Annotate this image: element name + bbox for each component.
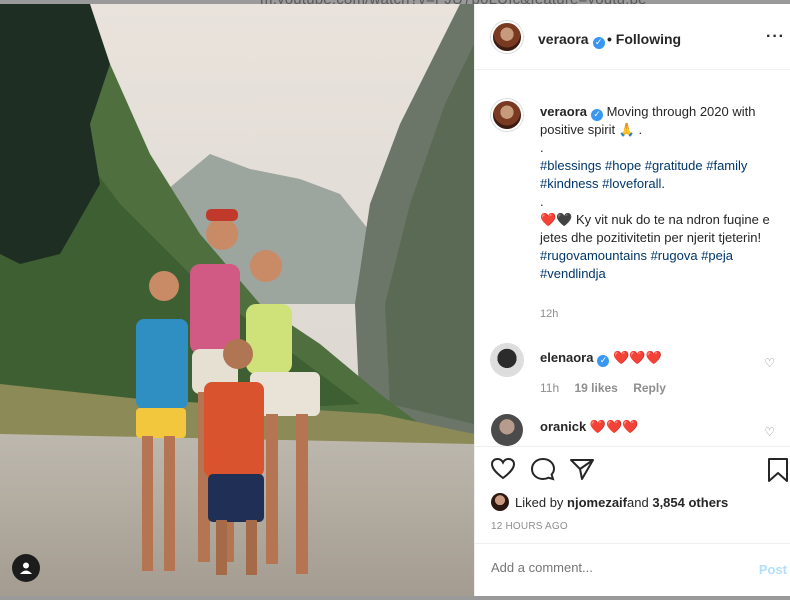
post-comment-button[interactable]: Post [759,562,787,577]
more-options-icon[interactable]: ··· [766,28,785,46]
user-icon [20,562,32,574]
comments-list[interactable]: veraora ✓ Moving through 2020 with positi… [475,70,790,446]
liked-by-and: and [627,494,649,510]
comment-item: elenaora ✓ ❤️❤️❤️ [540,350,662,367]
add-comment-input[interactable] [491,560,731,575]
author-username[interactable]: veraora ✓ [538,31,605,49]
caption-hashtags-2[interactable]: #rugovamountains #rugova #peja #vendlind… [540,248,733,281]
caption-hearts: ❤️🖤 [540,212,573,227]
caption-time[interactable]: 12h [540,308,558,320]
comment-like-heart-icon[interactable]: ♡ [764,356,775,370]
post-timestamp[interactable]: 12 HOURS AGO [491,521,568,532]
comment-text: ❤️❤️❤️ [589,419,639,434]
instagram-post-view: m.youtube.com/watch?v=FJU7b0LUIc&feature… [0,0,790,600]
comment-meta: 11h 19 likes Reply [540,381,678,395]
comment-username[interactable]: elenaora [540,350,593,365]
comment-like-heart-icon[interactable]: ♡ [764,425,775,439]
comment-time[interactable]: 11h [540,381,559,395]
save-bookmark-icon[interactable] [767,457,789,483]
post-side-panel: veraora ✓ • Following ··· veraora ✓ Moving… [474,4,790,596]
add-comment-bar: Post [475,543,790,595]
liked-by-count[interactable]: 3,854 others [652,495,728,510]
caption-hashtags-1[interactable]: #blessings #hope #gratitude #family #kin… [540,158,747,191]
caption-verified-badge-icon: ✓ [590,109,603,121]
browser-bottom-strip [0,596,790,600]
following-status[interactable]: • Following [607,31,681,47]
verified-badge-icon: ✓ [592,37,605,49]
post-photo[interactable] [0,4,474,596]
comment-item: oranick ❤️❤️❤️ [540,419,638,435]
liked-by-prefix: Liked by [515,494,564,510]
comment-verified-badge-icon: ✓ [597,355,610,367]
post-caption: veraora ✓ Moving through 2020 with positi… [540,103,780,283]
tagged-users-button[interactable] [12,554,40,582]
comment-avatar[interactable] [491,414,523,446]
caption-username[interactable]: veraora [540,104,587,119]
liker-avatar[interactable] [491,493,509,511]
share-direct-icon[interactable] [569,457,595,481]
comment-reply-button[interactable]: Reply [633,381,666,395]
photo-scene [0,4,474,596]
comment-username[interactable]: oranick [540,419,586,434]
comment-icon[interactable] [530,457,556,481]
caption-text2: Ky vit nuk do te na ndron fuqine e jetes… [540,212,770,245]
post-header: veraora ✓ • Following ··· [475,4,790,70]
author-avatar[interactable] [491,21,523,53]
author-username-text[interactable]: veraora [538,31,589,47]
caption-author-avatar[interactable] [491,99,523,131]
likes-summary[interactable]: Liked by njomezaif and 3,854 others [491,493,728,511]
caption-dot2: . [540,194,544,209]
post-actions: Liked by njomezaif and 3,854 others 12 H… [475,446,790,596]
caption-dot1: . [540,140,544,155]
comment-text: ❤️❤️❤️ [613,350,662,365]
comment-likes[interactable]: 19 likes [574,381,617,395]
liked-by-user[interactable]: njomezaif [567,495,627,510]
like-heart-icon[interactable] [490,457,516,481]
comment-avatar[interactable] [491,344,523,376]
